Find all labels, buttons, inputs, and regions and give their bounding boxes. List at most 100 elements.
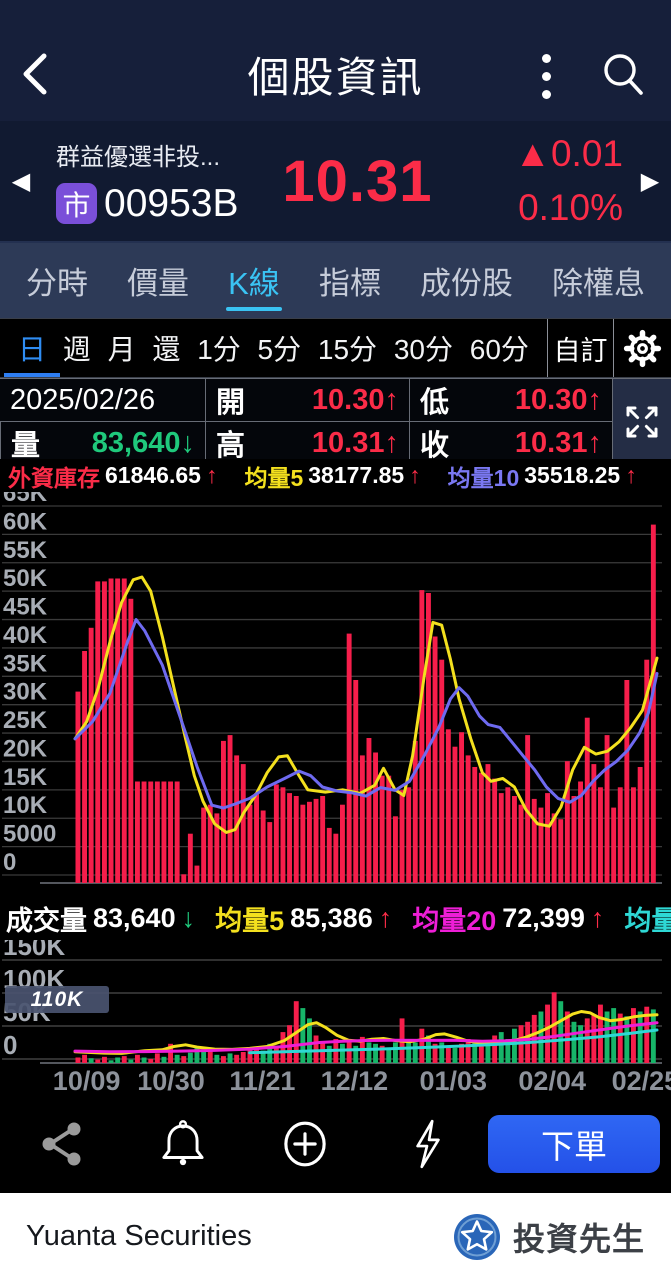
ma10-label: 均量10	[447, 464, 520, 491]
volume-series-label: 成交量	[6, 905, 87, 936]
stock-price: 10.31	[282, 148, 433, 214]
period-30min[interactable]: 30分	[394, 319, 453, 377]
crosshair-value-badge: 110K	[5, 986, 109, 1013]
place-order-button[interactable]: 下單	[488, 1115, 660, 1173]
quote-date-cell: 2025/02/26	[0, 378, 205, 421]
up-triangle-icon: ▲	[514, 133, 551, 175]
stock-change-block: ▲0.01 0.10%	[461, 127, 629, 234]
gear-icon	[623, 329, 662, 367]
app-name-text: 投資先生	[512, 1220, 645, 1257]
holdings-chart[interactable]: 65K60K55K50K45K40K35K30K25K20K15K10K5000…	[0, 492, 671, 892]
add-watchlist-button[interactable]	[244, 1117, 366, 1171]
stock-detail-screen: 個股資訊 ◀ 群益優選非投... 市 00953B 10.31 ▲0.01 0.…	[0, 0, 671, 1280]
period-5min[interactable]: 5分	[258, 319, 302, 377]
period-month[interactable]: 月	[108, 319, 136, 377]
period-15min[interactable]: 15分	[318, 319, 377, 377]
tab-kline[interactable]: K線	[226, 243, 282, 318]
alerts-button[interactable]	[122, 1117, 244, 1171]
period-60min[interactable]: 60分	[470, 319, 529, 377]
ma5-up-arrow: ↑	[409, 462, 421, 488]
stock-name: 群益優選非投...	[56, 143, 221, 171]
vol-ma20-up-arrow: ↑	[590, 902, 605, 933]
tab-price-volume[interactable]: 價量	[127, 243, 189, 318]
share-button[interactable]	[0, 1118, 122, 1170]
stock-code: 00953B	[104, 181, 239, 225]
svg-text:11/21: 11/21	[229, 1066, 295, 1095]
ma10-value: 35518.25	[524, 462, 621, 488]
holdings-value: 61846.65	[105, 462, 201, 488]
vol-ma5-up-arrow: ↑	[378, 902, 393, 933]
svg-text:35K: 35K	[3, 650, 48, 677]
period-custom[interactable]: 自訂	[547, 319, 613, 377]
footer-bar: Yuanta Securities 投資先生	[0, 1193, 671, 1280]
vol-ma5-label: 均量5	[215, 905, 285, 936]
brand-text: Yuanta Securities	[26, 1220, 252, 1252]
svg-text:150K: 150K	[3, 940, 65, 961]
volume-chart[interactable]: 150K100K50K010/0910/3011/2112/1201/0302/…	[0, 940, 671, 1095]
svg-text:02/04: 02/04	[518, 1066, 586, 1095]
period-tab-bar: 日 週 月 還 1分 5分 15分 30分 60分 自訂	[0, 318, 671, 378]
prev-stock-button[interactable]: ◀	[0, 167, 42, 196]
svg-text:30K: 30K	[3, 679, 48, 706]
search-button[interactable]	[597, 48, 649, 105]
svg-text:40K: 40K	[3, 622, 48, 649]
period-day[interactable]: 日	[3, 319, 61, 377]
open-label: 開	[216, 387, 246, 419]
volume-down-arrow: ↓	[181, 902, 196, 933]
vol-ma20-label: 均量20	[412, 905, 497, 936]
svg-text:12/12: 12/12	[321, 1066, 389, 1095]
svg-text:20K: 20K	[3, 735, 48, 762]
quote-low-cell: 低 10.30↑	[409, 378, 612, 421]
tab-minute-chart[interactable]: 分時	[26, 243, 88, 318]
svg-text:45K: 45K	[3, 594, 48, 621]
tab-constituents[interactable]: 成份股	[420, 243, 513, 318]
vol-ma5-value: 85,386	[290, 902, 373, 933]
svg-text:0: 0	[3, 1030, 17, 1060]
high-value: 10.31↑	[311, 426, 399, 459]
search-icon	[604, 54, 643, 95]
ma5-value: 38177.85	[308, 462, 405, 488]
app-logo: 投資先生	[453, 1213, 645, 1261]
overflow-menu-button[interactable]	[536, 50, 557, 103]
tab-indicators[interactable]: 指標	[319, 243, 381, 318]
close-value: 10.31↑	[514, 426, 602, 459]
next-stock-button[interactable]: ▶	[629, 167, 671, 196]
volume-value: 83,640	[93, 902, 176, 933]
tab-ex-dividend[interactable]: 除權息	[552, 243, 645, 318]
main-tab-bar: 分時 價量 K線 指標 成份股 除權息	[0, 243, 671, 318]
market-badge: 市	[56, 183, 97, 224]
quote-open-cell: 開 10.30↑	[205, 378, 409, 421]
period-restore[interactable]: 還	[152, 319, 180, 377]
svg-text:25K: 25K	[3, 707, 48, 734]
open-value: 10.30↑	[311, 383, 399, 416]
low-value: 10.30↑	[514, 383, 602, 416]
period-1min[interactable]: 1分	[197, 319, 241, 377]
bell-icon	[162, 1120, 204, 1166]
quick-trade-button[interactable]	[366, 1117, 488, 1171]
svg-text:55K: 55K	[3, 537, 48, 564]
svg-text:02/25: 02/25	[612, 1066, 671, 1095]
expand-icon	[626, 406, 658, 437]
stock-summary-bar: ◀ 群益優選非投... 市 00953B 10.31 ▲0.01 0.10% ▶	[0, 121, 671, 243]
stock-change-pct: 0.10%	[518, 187, 623, 228]
close-label: 收	[420, 430, 450, 462]
svg-text:01/03: 01/03	[420, 1066, 488, 1095]
fullscreen-button[interactable]	[612, 378, 671, 465]
app-header: 個股資訊	[0, 0, 671, 121]
invest-mr-logo-icon	[453, 1213, 500, 1260]
quote-table: 2025/02/26 開 10.30↑ 低 10.30↑ 量 83,640↓ 高…	[0, 378, 671, 465]
svg-text:10K: 10K	[3, 792, 48, 819]
high-label: 高	[216, 430, 246, 462]
svg-text:10/30: 10/30	[137, 1066, 205, 1095]
period-week[interactable]: 週	[63, 319, 91, 377]
vol-ma60-label: 均量60	[624, 905, 671, 936]
stock-change: 0.01	[550, 133, 623, 175]
svg-text:15K: 15K	[3, 764, 48, 791]
volume-legend: 成交量 83,640 ↓ 均量5 85,386 ↑ 均量20 72,399 ↑ …	[0, 897, 671, 939]
low-label: 低	[420, 387, 450, 419]
lightning-icon	[416, 1119, 440, 1169]
svg-text:5000: 5000	[3, 821, 56, 848]
holdings-up-arrow: ↑	[205, 462, 218, 488]
chart-settings-button[interactable]	[613, 319, 671, 377]
share-icon	[42, 1122, 81, 1166]
